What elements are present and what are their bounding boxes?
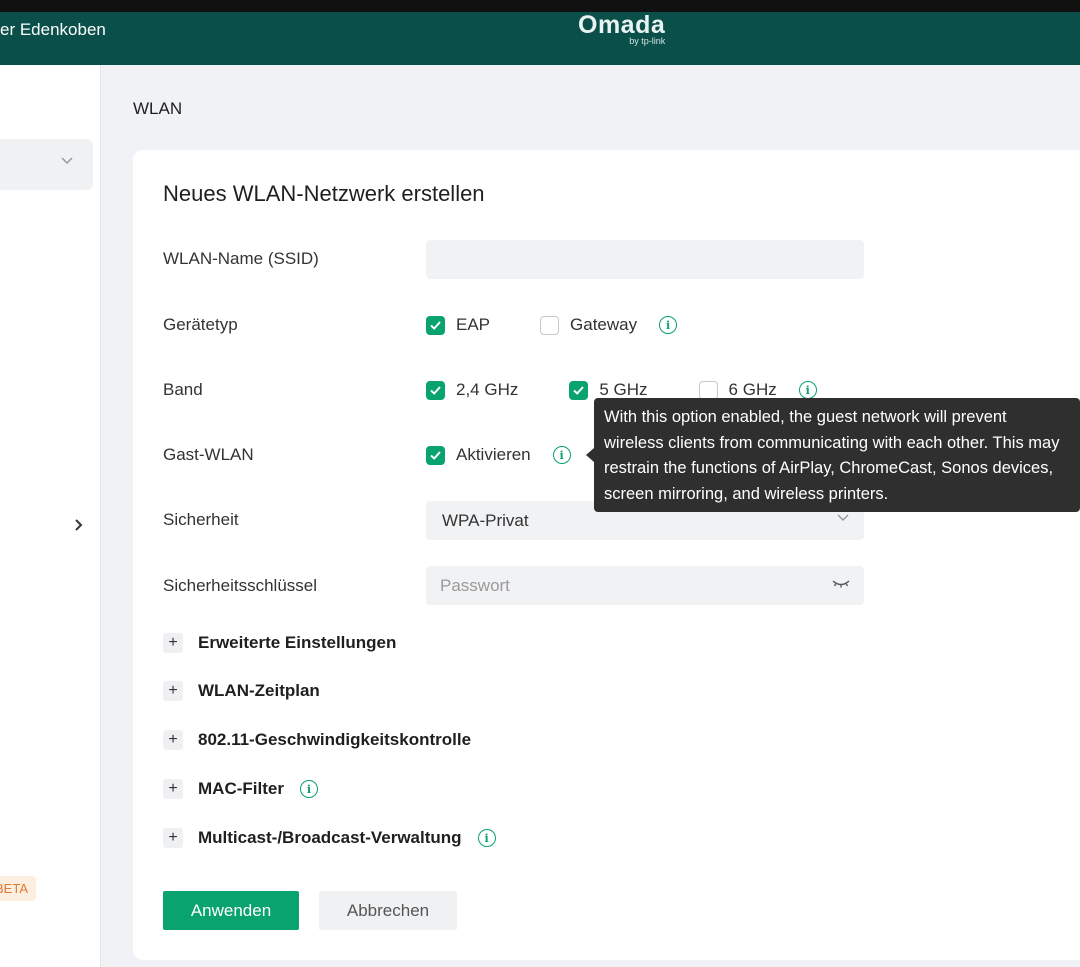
app-header: er Edenkoben Omada by tp-link: [0, 12, 1080, 65]
security-key-label: Sicherheitsschlüssel: [163, 576, 318, 595]
expander-label: WLAN-Zeitplan: [198, 681, 320, 700]
band-label: Band: [163, 380, 203, 399]
expander-rate-control[interactable]: + 802.11-Geschwindigkeitskontrolle: [163, 730, 471, 750]
plus-icon: +: [163, 779, 183, 799]
band-6ghz-checkbox[interactable]: [698, 380, 718, 400]
plus-icon: +: [163, 633, 183, 653]
band-5ghz-label: 5 GHz: [599, 380, 648, 399]
guest-wlan-label: Gast-WLAN: [163, 445, 254, 464]
guest-enable-checkbox[interactable]: [426, 445, 445, 465]
guest-wlan-options: Aktivieren i: [426, 444, 571, 466]
expander-multicast-broadcast[interactable]: + Multicast-/Broadcast-Verwaltung i: [163, 828, 496, 848]
ssid-input[interactable]: [426, 240, 864, 279]
expander-advanced-settings[interactable]: + Erweiterte Einstellungen: [163, 633, 396, 653]
guest-enable-label: Aktivieren: [456, 445, 531, 464]
password-placeholder: Passwort: [440, 576, 510, 595]
expander-wlan-schedule[interactable]: + WLAN-Zeitplan: [163, 681, 320, 701]
beta-badge: BETA: [0, 876, 36, 901]
eap-checkbox[interactable]: [426, 315, 445, 335]
window-top-strip: [0, 0, 1080, 12]
band-24ghz-checkbox[interactable]: [426, 380, 445, 400]
info-icon[interactable]: i: [659, 316, 678, 334]
info-icon[interactable]: i: [299, 780, 318, 798]
apply-button[interactable]: Anwenden: [163, 891, 299, 930]
band-5ghz-checkbox[interactable]: [569, 380, 589, 400]
plus-icon: +: [163, 828, 183, 848]
gateway-label: Gateway: [570, 315, 638, 334]
eye-closed-icon[interactable]: [832, 576, 850, 592]
sidebar: BETA: [0, 65, 101, 967]
check-icon: [573, 385, 585, 395]
plus-icon: +: [163, 681, 183, 701]
ssid-label: WLAN-Name (SSID): [163, 249, 319, 268]
info-icon[interactable]: i: [552, 446, 571, 464]
device-type-options: EAP Gateway i: [426, 314, 678, 336]
chevron-down-icon: [60, 153, 74, 170]
sidebar-site-selector[interactable]: [0, 139, 93, 190]
expander-label: Multicast-/Broadcast-Verwaltung: [198, 828, 462, 847]
tooltip-arrow: [586, 448, 594, 462]
info-icon[interactable]: i: [477, 829, 496, 847]
device-type-label: Gerätetyp: [163, 315, 238, 334]
info-icon[interactable]: i: [798, 381, 817, 399]
chevron-right-icon[interactable]: [73, 516, 83, 537]
page-title: WLAN: [133, 99, 183, 118]
guest-isolation-tooltip: With this option enabled, the guest netw…: [594, 398, 1080, 512]
band-24ghz-label: 2,4 GHz: [456, 380, 519, 399]
expander-label: 802.11-Geschwindigkeitskontrolle: [198, 730, 472, 749]
plus-icon: +: [163, 730, 183, 750]
logo-text: Omada: [578, 11, 666, 39]
expander-label: MAC-Filter: [198, 779, 284, 798]
eap-label: EAP: [456, 315, 491, 334]
expander-mac-filter[interactable]: + MAC-Filter i: [163, 779, 318, 799]
omada-logo: Omada by tp-link: [578, 12, 665, 46]
check-icon: [430, 450, 441, 460]
security-value: WPA-Privat: [442, 511, 529, 530]
chevron-down-icon: [836, 510, 850, 527]
gateway-checkbox[interactable]: [540, 315, 560, 335]
expander-label: Erweiterte Einstellungen: [198, 633, 397, 652]
site-name[interactable]: er Edenkoben: [0, 20, 106, 40]
form-title: Neues WLAN-Netzwerk erstellen: [163, 181, 485, 206]
band-6ghz-label: 6 GHz: [728, 380, 777, 399]
cancel-button[interactable]: Abbrechen: [319, 891, 457, 930]
check-icon: [430, 320, 441, 330]
check-icon: [430, 385, 441, 395]
security-label: Sicherheit: [163, 510, 239, 529]
wlan-form-card: Neues WLAN-Netzwerk erstellen WLAN-Name …: [133, 150, 1080, 960]
password-input[interactable]: Passwort: [426, 566, 864, 605]
